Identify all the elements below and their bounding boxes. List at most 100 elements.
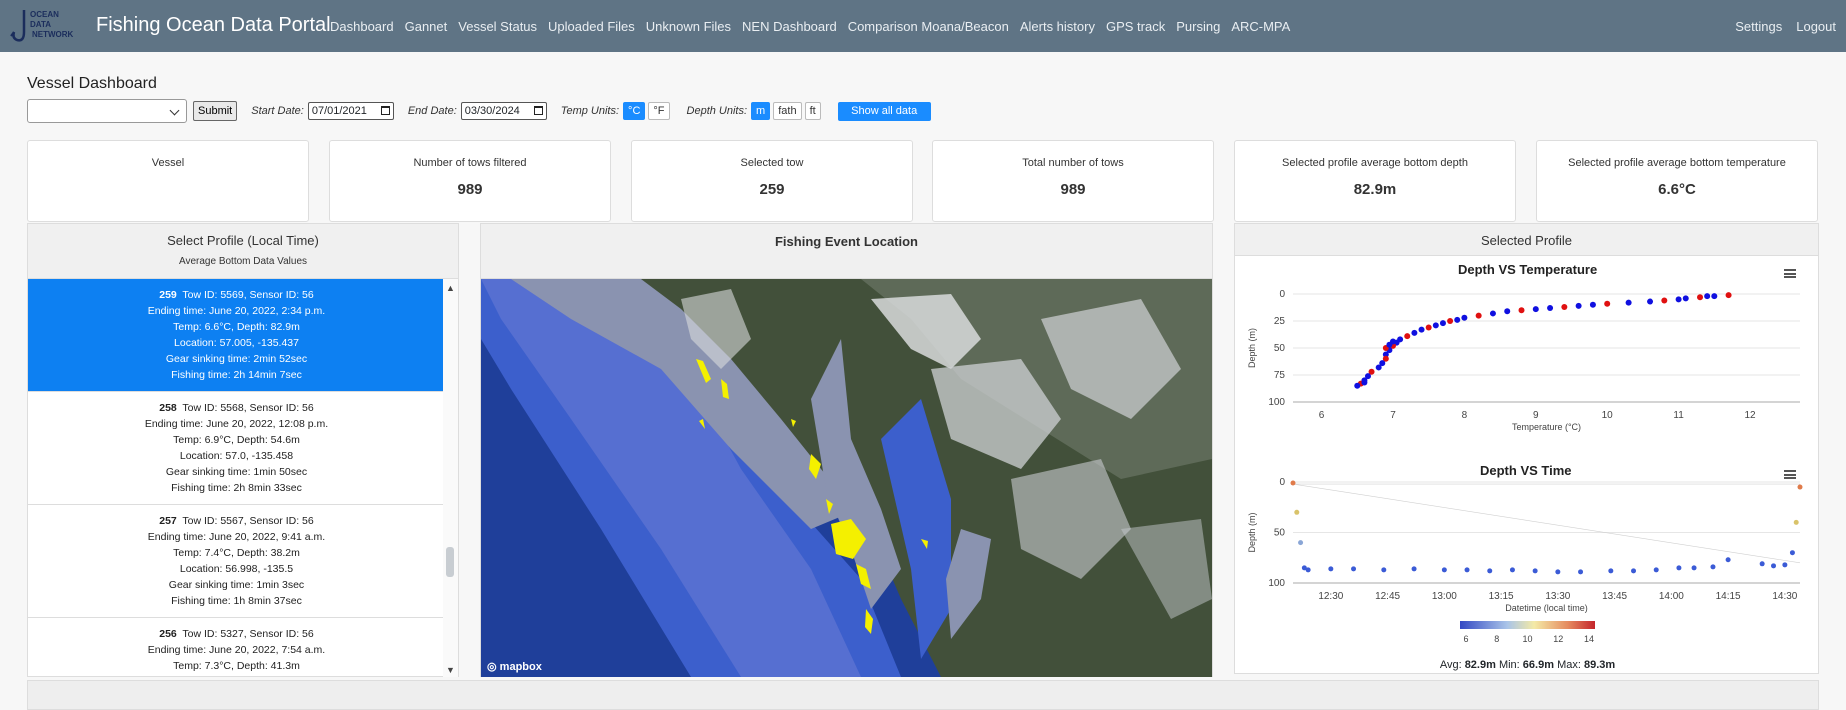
- data-point: [1361, 379, 1368, 386]
- nav-right: Settings Logout: [1721, 19, 1836, 34]
- vessel-select[interactable]: [27, 99, 187, 123]
- start-date-value: 07/01/2021: [311, 105, 367, 117]
- end-date-input[interactable]: 03/30/2024: [460, 102, 547, 120]
- data-point: [1631, 568, 1637, 574]
- nav-vessel-status[interactable]: Vessel Status: [458, 19, 537, 34]
- profile-list-scrollbar[interactable]: ▲ ▼: [443, 279, 458, 677]
- nav-gps-track[interactable]: GPS track: [1106, 19, 1165, 34]
- y-tick-label: 50: [1274, 343, 1286, 354]
- nav-settings[interactable]: Settings: [1735, 19, 1782, 34]
- stat-max-value: 89.3m: [1583, 659, 1616, 671]
- nav-unknown-files[interactable]: Unknown Files: [646, 19, 731, 34]
- data-point: [1647, 298, 1654, 305]
- mapbox-attribution[interactable]: ◎ mapbox: [487, 660, 542, 673]
- data-point: [1691, 565, 1697, 571]
- data-point: [1351, 566, 1357, 572]
- data-point: [1518, 307, 1525, 314]
- page-title: Vessel Dashboard: [27, 75, 157, 92]
- chevron-up-icon[interactable]: ▲: [446, 283, 455, 293]
- nav-alerts-history[interactable]: Alerts history: [1020, 19, 1095, 34]
- x-axis-label: Datetime (local time): [1505, 603, 1588, 613]
- y-tick-label: 100: [1268, 578, 1285, 589]
- profile-list-header: Select Profile (Local Time) Average Bott…: [28, 224, 458, 279]
- data-point: [1389, 338, 1396, 345]
- data-point: [1532, 568, 1538, 574]
- show-all-data-button[interactable]: Show all data: [837, 101, 931, 121]
- x-tick-label: 13:15: [1489, 591, 1514, 602]
- temp-celsius-button[interactable]: °C: [623, 102, 646, 120]
- nav-arc-mpa[interactable]: ARC-MPA: [1231, 19, 1290, 34]
- temp-fahrenheit-button[interactable]: °F: [648, 102, 670, 120]
- navbar: OCEAN DATA NETWORK Fishing Ocean Data Po…: [0, 0, 1846, 52]
- nav-gannet[interactable]: Gannet: [405, 19, 448, 34]
- nav-logout[interactable]: Logout: [1796, 19, 1836, 34]
- selected-profile-panel: Selected Profile Depth VS Temperature 02…: [1234, 223, 1819, 674]
- x-tick-label: 13:45: [1602, 591, 1627, 602]
- list-item[interactable]: 256 Tow ID: 5327, Sensor ID: 56 Ending t…: [28, 618, 445, 677]
- profile-fishing: Fishing time: 2h 8min 33sec: [171, 482, 302, 494]
- data-point: [1661, 297, 1668, 304]
- map-panel: Fishing Event Location ◎ mapbox: [480, 223, 1213, 677]
- app-title[interactable]: Fishing Ocean Data Portal: [96, 14, 331, 37]
- depth-fathoms-button[interactable]: fath: [773, 102, 802, 120]
- x-tick-label: 14:30: [1772, 591, 1797, 602]
- depth-meters-button[interactable]: m: [751, 102, 771, 120]
- list-item[interactable]: 258 Tow ID: 5568, Sensor ID: 56 Ending t…: [28, 392, 445, 505]
- nav-comparison[interactable]: Comparison Moana/Beacon: [848, 19, 1009, 34]
- profile-end: Ending time: June 20, 2022, 7:54 a.m.: [147, 644, 326, 656]
- mapbox-text: mapbox: [499, 661, 542, 673]
- data-point: [1759, 561, 1765, 567]
- profile-location: Location: 56.998, -135.5: [179, 563, 294, 575]
- card-label: Number of tows filtered: [413, 157, 527, 169]
- list-item[interactable]: 259 Tow ID: 5569, Sensor ID: 56 Ending t…: [28, 279, 445, 392]
- x-tick-label: 14:15: [1716, 591, 1741, 602]
- profile-list-title: Select Profile (Local Time): [167, 233, 319, 248]
- data-point: [1547, 305, 1554, 312]
- data-point: [1298, 540, 1304, 546]
- nav-nen-dashboard[interactable]: NEN Dashboard: [742, 19, 837, 34]
- profile-fishing: Fishing time: 1h 8min 37sec: [171, 595, 302, 607]
- logo-line2: DATA: [30, 20, 52, 29]
- chevron-down-icon[interactable]: ▼: [446, 665, 455, 675]
- profile-number: 257: [159, 515, 177, 527]
- nav-uploaded-files[interactable]: Uploaded Files: [548, 19, 635, 34]
- map-title: Fishing Event Location: [481, 224, 1212, 279]
- depth-feet-button[interactable]: ft: [804, 102, 821, 120]
- nav-pursing[interactable]: Pursing: [1176, 19, 1220, 34]
- data-point: [1697, 294, 1704, 301]
- ocean-data-network-logo[interactable]: OCEAN DATA NETWORK: [10, 6, 85, 46]
- colorbar-tick-label: 14: [1584, 634, 1594, 644]
- profile-end: Ending time: June 20, 2022, 12:08 p.m.: [144, 418, 329, 430]
- profile-list-panel: Select Profile (Local Time) Average Bott…: [27, 223, 459, 677]
- end-date-value: 03/30/2024: [464, 105, 520, 117]
- data-point: [1487, 568, 1493, 574]
- logo-line3: NETWORK: [32, 30, 74, 39]
- data-point: [1411, 329, 1418, 336]
- colorbar: [1460, 621, 1595, 629]
- profile-list[interactable]: 259 Tow ID: 5569, Sensor ID: 56 Ending t…: [28, 279, 445, 677]
- calendar-icon[interactable]: [533, 106, 543, 115]
- x-tick-label: 11: [1673, 410, 1684, 421]
- data-point: [1464, 567, 1470, 573]
- colorbar-tick-label: 10: [1522, 634, 1532, 644]
- x-tick-label: 13:30: [1545, 591, 1570, 602]
- data-point: [1682, 295, 1689, 302]
- data-point: [1454, 316, 1461, 323]
- colorbar-tick-label: 6: [1463, 634, 1468, 644]
- profile-gear: Gear sinking time: 1min 50sec: [165, 466, 308, 478]
- x-axis-label: Temperature (°C): [1512, 422, 1581, 432]
- submit-button[interactable]: Submit: [193, 101, 238, 121]
- list-item[interactable]: 257 Tow ID: 5567, Sensor ID: 56 Ending t…: [28, 505, 445, 618]
- card-label: Selected tow: [740, 157, 804, 169]
- end-date-label: End Date:: [407, 105, 457, 117]
- data-point: [1771, 563, 1777, 569]
- calendar-icon[interactable]: [380, 106, 390, 115]
- start-date-label: Start Date:: [251, 105, 304, 117]
- stat-max-label: Max:: [1557, 659, 1581, 671]
- scrollbar-thumb[interactable]: [446, 547, 454, 577]
- fishing-event-map[interactable]: ◎ mapbox: [481, 279, 1212, 677]
- nav-dashboard[interactable]: Dashboard: [330, 19, 394, 34]
- data-point: [1561, 303, 1568, 310]
- start-date-input[interactable]: 07/01/2021: [307, 102, 394, 120]
- data-point: [1381, 567, 1387, 573]
